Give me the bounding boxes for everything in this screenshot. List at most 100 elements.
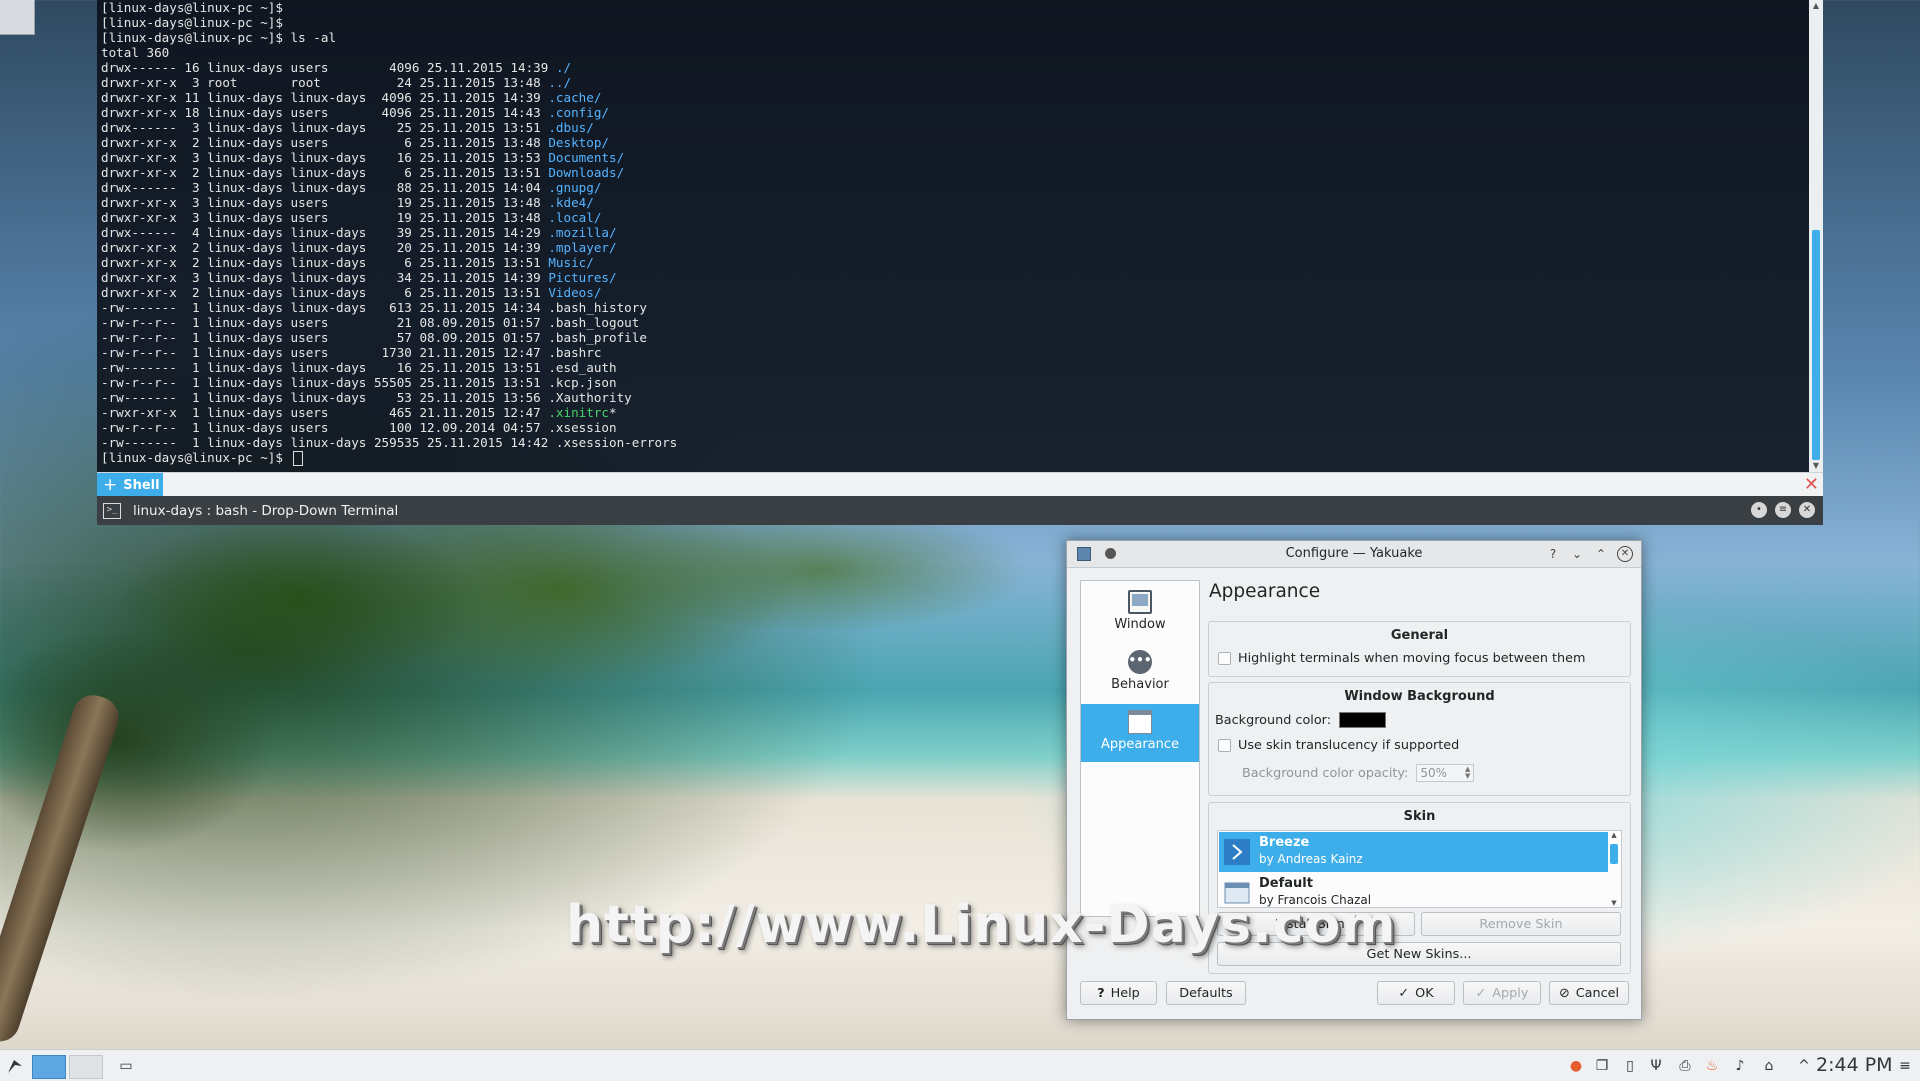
minimize-icon[interactable]: ⌄	[1569, 546, 1585, 562]
sidebar-item-window[interactable]: Window	[1081, 584, 1199, 642]
defaults-button[interactable]: Defaults	[1166, 981, 1246, 1005]
clock[interactable]: 2:44 PM	[1816, 1050, 1893, 1081]
scroll-up-icon[interactable]: ▲	[1609, 831, 1619, 839]
scroll-down-icon[interactable]: ▼	[1609, 899, 1619, 907]
close-tab-icon[interactable]: ✕	[1804, 475, 1819, 495]
printer-icon[interactable]: ⎙	[1675, 1050, 1695, 1081]
pager-desktop-1[interactable]	[32, 1055, 66, 1079]
wallpaper-foliage	[0, 480, 1080, 1040]
app-launcher-icon[interactable]	[2, 1050, 28, 1081]
terminal-text: drwxr-xr-x 3 linux-days users 19 25.11.2…	[101, 210, 549, 225]
terminal-line: -rwxr-xr-x 1 linux-days users 465 21.11.…	[101, 405, 1805, 420]
background-color-label: Background color:	[1215, 712, 1332, 728]
remove-skin-button[interactable]: Remove Skin	[1421, 912, 1621, 936]
terminal-text: [linux-days@linux-pc ~]$	[101, 0, 291, 15]
spin-arrows-icon[interactable]: ▲ ▼	[1465, 766, 1473, 780]
volume-icon[interactable]: ♪	[1730, 1050, 1750, 1081]
scroll-down-icon[interactable]: ▼	[1809, 460, 1823, 472]
terminal-titlebar: >_ linux-days : bash - Drop-Down Termina…	[97, 496, 1823, 525]
usb-icon[interactable]: Ψ	[1648, 1050, 1664, 1081]
maximize-icon[interactable]: ⌃	[1593, 546, 1609, 562]
terminal-text: drwxr-xr-x 18 linux-days users 4096 25.1…	[101, 105, 549, 120]
directory-name: ../	[548, 75, 572, 90]
menu-icon[interactable]: ≡	[1775, 502, 1791, 518]
terminal-title: linux-days : bash - Drop-Down Terminal	[133, 502, 399, 519]
directory-name: ./	[555, 60, 572, 75]
ok-button[interactable]: ✓ OK	[1377, 981, 1455, 1005]
watermark: http://www.Linux-Days.com	[566, 895, 1397, 955]
terminal-text: drwxr-xr-x 2 linux-days linux-days 20 25…	[101, 240, 549, 255]
terminal-text: *	[609, 405, 617, 420]
check-icon: ✓	[1398, 985, 1410, 1001]
user-icon[interactable]: ●	[1566, 1050, 1586, 1081]
devices-icon[interactable]: ▯	[1620, 1050, 1640, 1081]
skin-list-scrollbar[interactable]: ▲ ▼	[1609, 831, 1619, 907]
scroll-up-icon[interactable]: ▲	[1809, 0, 1823, 12]
clipboard-icon[interactable]: ❐	[1592, 1050, 1612, 1081]
terminal-cursor	[292, 451, 303, 466]
button-label: Defaults	[1179, 985, 1233, 1001]
general-group: General Highlight terminals when moving …	[1208, 621, 1631, 677]
executable-name: .xinitrc	[548, 405, 610, 420]
terminal-line: -rw-r--r-- 1 linux-days users 1730 21.11…	[101, 345, 1805, 360]
terminal-text: drwx------ 3 linux-days linux-days 25 25…	[101, 120, 549, 135]
directory-name: .cache/	[548, 90, 602, 105]
terminal-text: drwx------ 3 linux-days linux-days 88 25…	[101, 180, 549, 195]
tab-shell[interactable]: + Shell	[97, 473, 163, 497]
expand-tray-icon[interactable]: ^	[1797, 1050, 1811, 1081]
terminal-line: -rw-r--r-- 1 linux-days linux-days 55505…	[101, 375, 1805, 390]
terminal-output[interactable]: [linux-days@linux-pc ~]$ [linux-days@lin…	[97, 0, 1809, 472]
help-button[interactable]: ? Help	[1080, 981, 1157, 1005]
terminal-text: -rw------- 1 linux-days linux-days 16 25…	[101, 360, 617, 375]
sidebar-item-label: Behavior	[1111, 677, 1169, 692]
terminal-text: -rw-r--r-- 1 linux-days users 21 08.09.2…	[101, 315, 640, 330]
skin-name: Default	[1259, 876, 1313, 891]
info-icon[interactable]: •	[1751, 502, 1767, 518]
panel-menu-icon[interactable]: ≡	[1896, 1050, 1914, 1081]
sidebar-item-appearance[interactable]: Appearance	[1081, 704, 1199, 762]
cancel-button[interactable]: ⊘ Cancel	[1549, 981, 1629, 1005]
terminal-text: drwx------ 16 linux-days users 4096 25.1…	[101, 60, 556, 75]
terminal-text: -rw-r--r-- 1 linux-days linux-days 55505…	[101, 375, 617, 390]
highlight-checkbox[interactable]	[1218, 652, 1231, 665]
terminal-line: [linux-days@linux-pc ~]$	[101, 0, 1805, 15]
terminal-scrollbar[interactable]: ▲ ▼	[1809, 0, 1823, 472]
button-label: Cancel	[1575, 985, 1620, 1001]
network-icon[interactable]: ⌂	[1759, 1050, 1779, 1081]
close-icon[interactable]: ✕	[1799, 502, 1815, 518]
terminal-line: drwxr-xr-x 2 linux-days linux-days 20 25…	[101, 240, 1805, 255]
plus-icon[interactable]: +	[103, 475, 117, 495]
directory-name: Music/	[548, 255, 594, 270]
pin-icon[interactable]	[1105, 548, 1116, 559]
terminal-text: -rw------- 1 linux-days linux-days 613 2…	[101, 300, 647, 315]
terminal-line: [linux-days@linux-pc ~]$ ls -al	[101, 30, 1805, 45]
opacity-label: Background color opacity:	[1242, 765, 1409, 781]
opacity-spinbox[interactable]: 50% ▲ ▼	[1416, 764, 1475, 782]
terminal-line: [linux-days@linux-pc ~]$	[101, 15, 1805, 30]
terminal-tabbar: + Shell ✕	[97, 472, 1823, 497]
scrollbar-thumb[interactable]	[1812, 230, 1820, 460]
terminal-text: -rw------- 1 linux-days linux-days 53 25…	[101, 390, 632, 405]
terminal-line: drwx------ 16 linux-days users 4096 25.1…	[101, 60, 1805, 75]
scrollbar-thumb[interactable]	[1610, 844, 1618, 864]
help-question-icon[interactable]: ?	[1545, 546, 1561, 562]
terminal-line: -rw------- 1 linux-days linux-days 613 2…	[101, 300, 1805, 315]
translucency-checkbox[interactable]	[1218, 739, 1231, 752]
show-desktop-icon[interactable]: ▭	[116, 1050, 136, 1081]
sidebar-item-behavior[interactable]: ••• Behavior	[1081, 644, 1199, 702]
terminal-text: drwxr-xr-x 2 linux-days linux-days 6 25.…	[101, 165, 549, 180]
list-item[interactable]: Breeze by Andreas Kainz	[1219, 832, 1608, 872]
skin-translucency-option[interactable]: Use skin translucency if supported	[1218, 738, 1459, 753]
terminal-line: drwxr-xr-x 3 linux-days linux-days 34 25…	[101, 270, 1805, 285]
background-color-button[interactable]	[1339, 712, 1387, 728]
pager-desktop-2[interactable]	[69, 1055, 103, 1079]
directory-name: .mplayer/	[548, 240, 617, 255]
yakuake-app-icon[interactable]	[1077, 547, 1091, 561]
close-icon[interactable]: ✕	[1617, 546, 1633, 562]
apply-button[interactable]: ✓ Apply	[1463, 981, 1541, 1005]
desktop-corner-widget[interactable]	[0, 0, 35, 35]
highlight-terminals-option[interactable]: Highlight terminals when moving focus be…	[1218, 651, 1585, 666]
update-notifier-icon[interactable]: ♨	[1702, 1050, 1722, 1081]
skin-name: Breeze	[1259, 835, 1310, 850]
opacity-value: 50%	[1420, 766, 1448, 780]
